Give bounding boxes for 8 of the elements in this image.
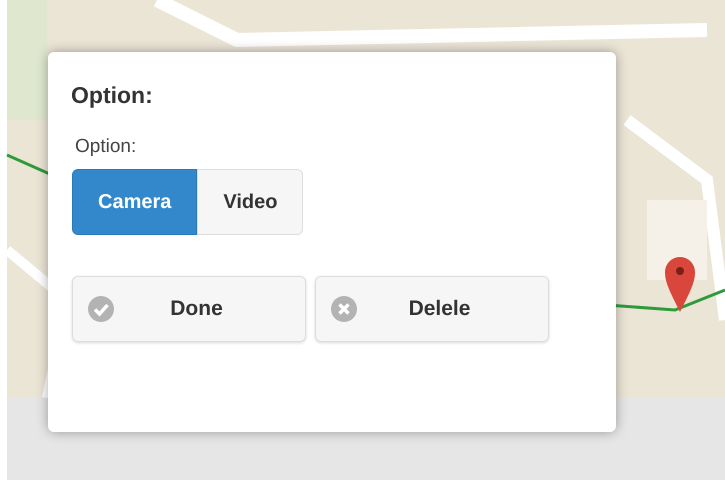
segment-tab[interactable]: Video	[197, 169, 304, 235]
dialog-title: Option:	[71, 81, 153, 110]
done-button[interactable]: Done	[72, 276, 306, 342]
delete-button[interactable]: Delele	[315, 276, 549, 342]
segment-tab[interactable]: Camera	[72, 169, 198, 235]
check-icon	[88, 296, 114, 322]
close-icon	[331, 296, 357, 322]
field-label: Option:	[75, 134, 136, 158]
